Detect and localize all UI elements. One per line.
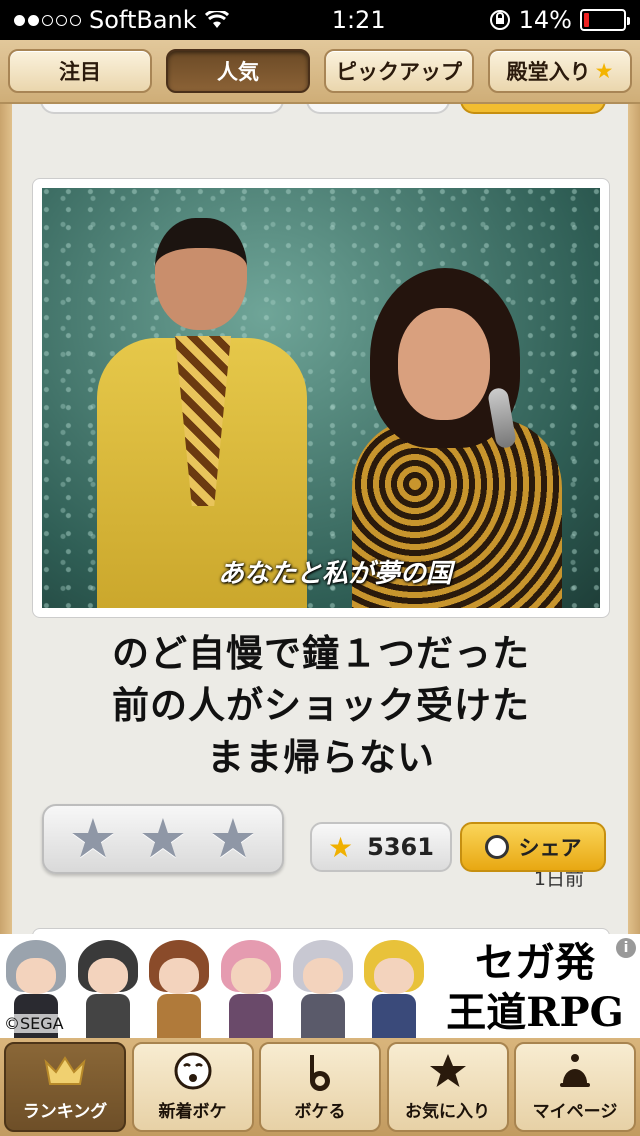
- status-right: 14%: [489, 6, 630, 34]
- post-card: あなたと私が夢の国 のど自慢で鐘１つだった 前の人がショック受けた まま帰らない…: [32, 178, 610, 908]
- wood-rail-right: [628, 104, 640, 934]
- bell-icon: [553, 1051, 597, 1091]
- ad-info-icon[interactable]: i: [616, 938, 636, 958]
- rate-star-icon[interactable]: ★: [139, 812, 187, 866]
- share-label: シェア: [518, 836, 582, 860]
- ad-headline: セガ発: [475, 939, 595, 986]
- wood-rail-left: [0, 104, 12, 934]
- crown-icon: [43, 1051, 87, 1091]
- tab-label: 新着ボケ: [158, 1102, 227, 1122]
- ad-subheadline: 王道RPG: [446, 989, 624, 1036]
- rate-star-icon[interactable]: ★: [209, 812, 257, 866]
- tab-popular[interactable]: 人気: [166, 49, 310, 93]
- funny-face-icon: [171, 1051, 215, 1091]
- wifi-icon: [204, 11, 229, 28]
- ad-text: セガ発 王道RPG: [430, 938, 640, 1038]
- battery-percent: 14%: [518, 6, 572, 34]
- man-figure: [97, 218, 307, 608]
- status-left: SoftBank: [14, 6, 229, 34]
- battery-fill: [583, 13, 590, 27]
- status-bar: SoftBank 1:21 14%: [0, 0, 640, 40]
- rotation-lock-icon: [489, 10, 510, 30]
- tab-attention[interactable]: 注目: [8, 49, 152, 93]
- post-image-frame[interactable]: あなたと私が夢の国: [32, 178, 610, 618]
- tab-label: ボケる: [294, 1102, 346, 1122]
- tab-favorites[interactable]: お気に入り: [386, 1042, 509, 1132]
- tab-mypage[interactable]: マイページ: [514, 1042, 636, 1132]
- character-image: [72, 934, 144, 1038]
- post-title-line: まま帰らない: [207, 736, 435, 779]
- ad-copyright: ©SEGA: [4, 1014, 64, 1033]
- battery-icon: [579, 9, 630, 31]
- post-image: あなたと私が夢の国: [42, 188, 600, 608]
- character-image: [215, 934, 287, 1038]
- ad-banner[interactable]: ©SEGA セガ発 王道RPG i: [0, 934, 640, 1038]
- character-image: [287, 934, 359, 1038]
- ad-characters: [0, 934, 430, 1038]
- tab-label: 注目: [59, 60, 101, 84]
- star-icon: ★: [594, 59, 614, 83]
- tab-label: ピックアップ: [336, 60, 462, 84]
- score-value: 5361: [367, 833, 434, 861]
- tab-pickup[interactable]: ピックアップ: [324, 49, 474, 93]
- previous-card-edge: [30, 104, 610, 116]
- tab-label: マイページ: [532, 1102, 618, 1122]
- character-image: [143, 934, 215, 1038]
- tab-boke-post[interactable]: ボケる: [259, 1042, 381, 1132]
- character-image: [358, 934, 430, 1038]
- bottom-tab-bar: ランキング 新着ボケ ボケる お気に入り マイページ: [0, 1038, 640, 1136]
- tab-label: お気に入り: [405, 1102, 490, 1122]
- top-tab-bar: 注目 人気 ピックアップ 殿堂入り ★: [0, 40, 640, 104]
- share-button[interactable]: シェア: [460, 822, 606, 872]
- feed-scroll-area[interactable]: あなたと私が夢の国 のど自慢で鐘１つだった 前の人がショック受けた まま帰らない…: [0, 104, 640, 934]
- tab-hall-of-fame[interactable]: 殿堂入り ★: [488, 49, 632, 93]
- share-icon: [484, 835, 509, 859]
- carrier-name: SoftBank: [89, 6, 197, 34]
- post-title-line: のど自慢で鐘１つだった: [112, 632, 530, 675]
- star-icon: ★: [328, 830, 354, 864]
- status-time: 1:21: [331, 6, 386, 34]
- image-caption: あなたと私が夢の国: [218, 559, 453, 589]
- tab-label: 殿堂入り: [506, 60, 591, 84]
- tab-ranking[interactable]: ランキング: [4, 1042, 126, 1132]
- signal-strength-icon: [14, 14, 81, 26]
- score-badge: ★ 5361: [310, 822, 452, 872]
- post-title-line: 前の人がショック受けた: [112, 684, 530, 727]
- rating-stars[interactable]: ★ ★ ★: [42, 804, 284, 874]
- tab-label: ランキング: [22, 1102, 108, 1122]
- rate-star-icon[interactable]: ★: [69, 812, 117, 866]
- post-title: のど自慢で鐘１つだった 前の人がショック受けた まま帰らない: [32, 628, 610, 784]
- boke-b-icon: [298, 1051, 342, 1091]
- tab-new-boke[interactable]: 新着ボケ: [131, 1042, 254, 1132]
- tab-label: 人気: [217, 60, 259, 84]
- star-icon: [426, 1051, 470, 1091]
